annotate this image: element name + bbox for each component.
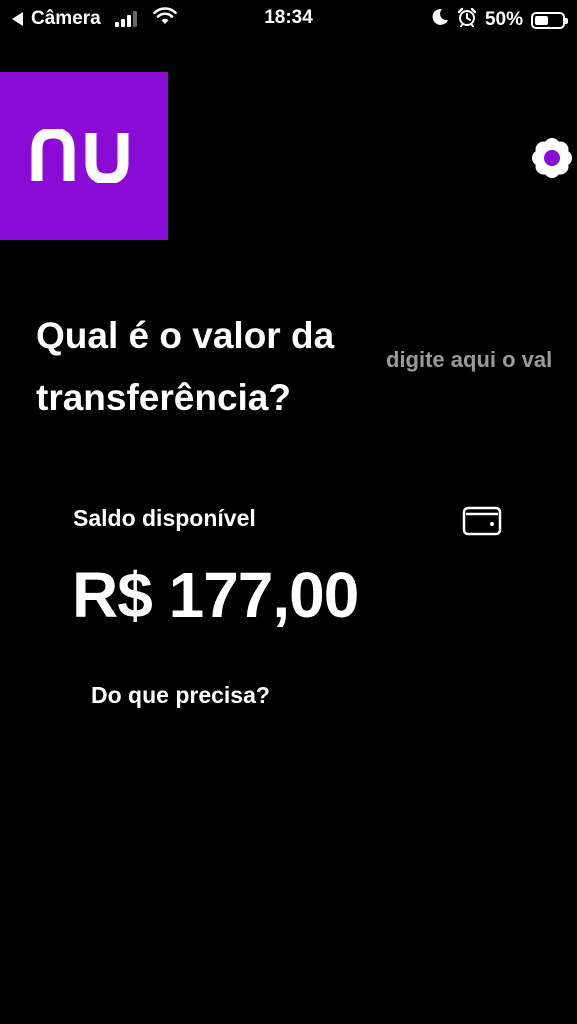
settings-button[interactable] xyxy=(530,136,574,180)
balance-value: R$ 177,00 xyxy=(72,559,359,631)
transfer-amount-input[interactable] xyxy=(386,344,577,376)
alarm-icon xyxy=(457,7,477,33)
battery-fill xyxy=(535,15,548,25)
nubank-logo xyxy=(0,72,168,240)
wallet-button[interactable] xyxy=(462,503,502,537)
status-bar: Câmera 18:34 50% xyxy=(0,0,577,38)
nu-logo-mark xyxy=(31,129,129,183)
transfer-question: Qual é o valor da transferência? xyxy=(36,315,335,418)
moon-icon xyxy=(431,8,449,32)
help-link[interactable]: Do que precisa? xyxy=(91,682,270,709)
battery-percent: 50% xyxy=(484,9,523,30)
wallet-icon xyxy=(462,506,502,536)
battery-icon xyxy=(531,11,568,29)
balance-label: Saldo disponível xyxy=(73,505,256,531)
status-bar-right: 50% xyxy=(431,7,568,33)
gear-icon xyxy=(532,138,572,178)
